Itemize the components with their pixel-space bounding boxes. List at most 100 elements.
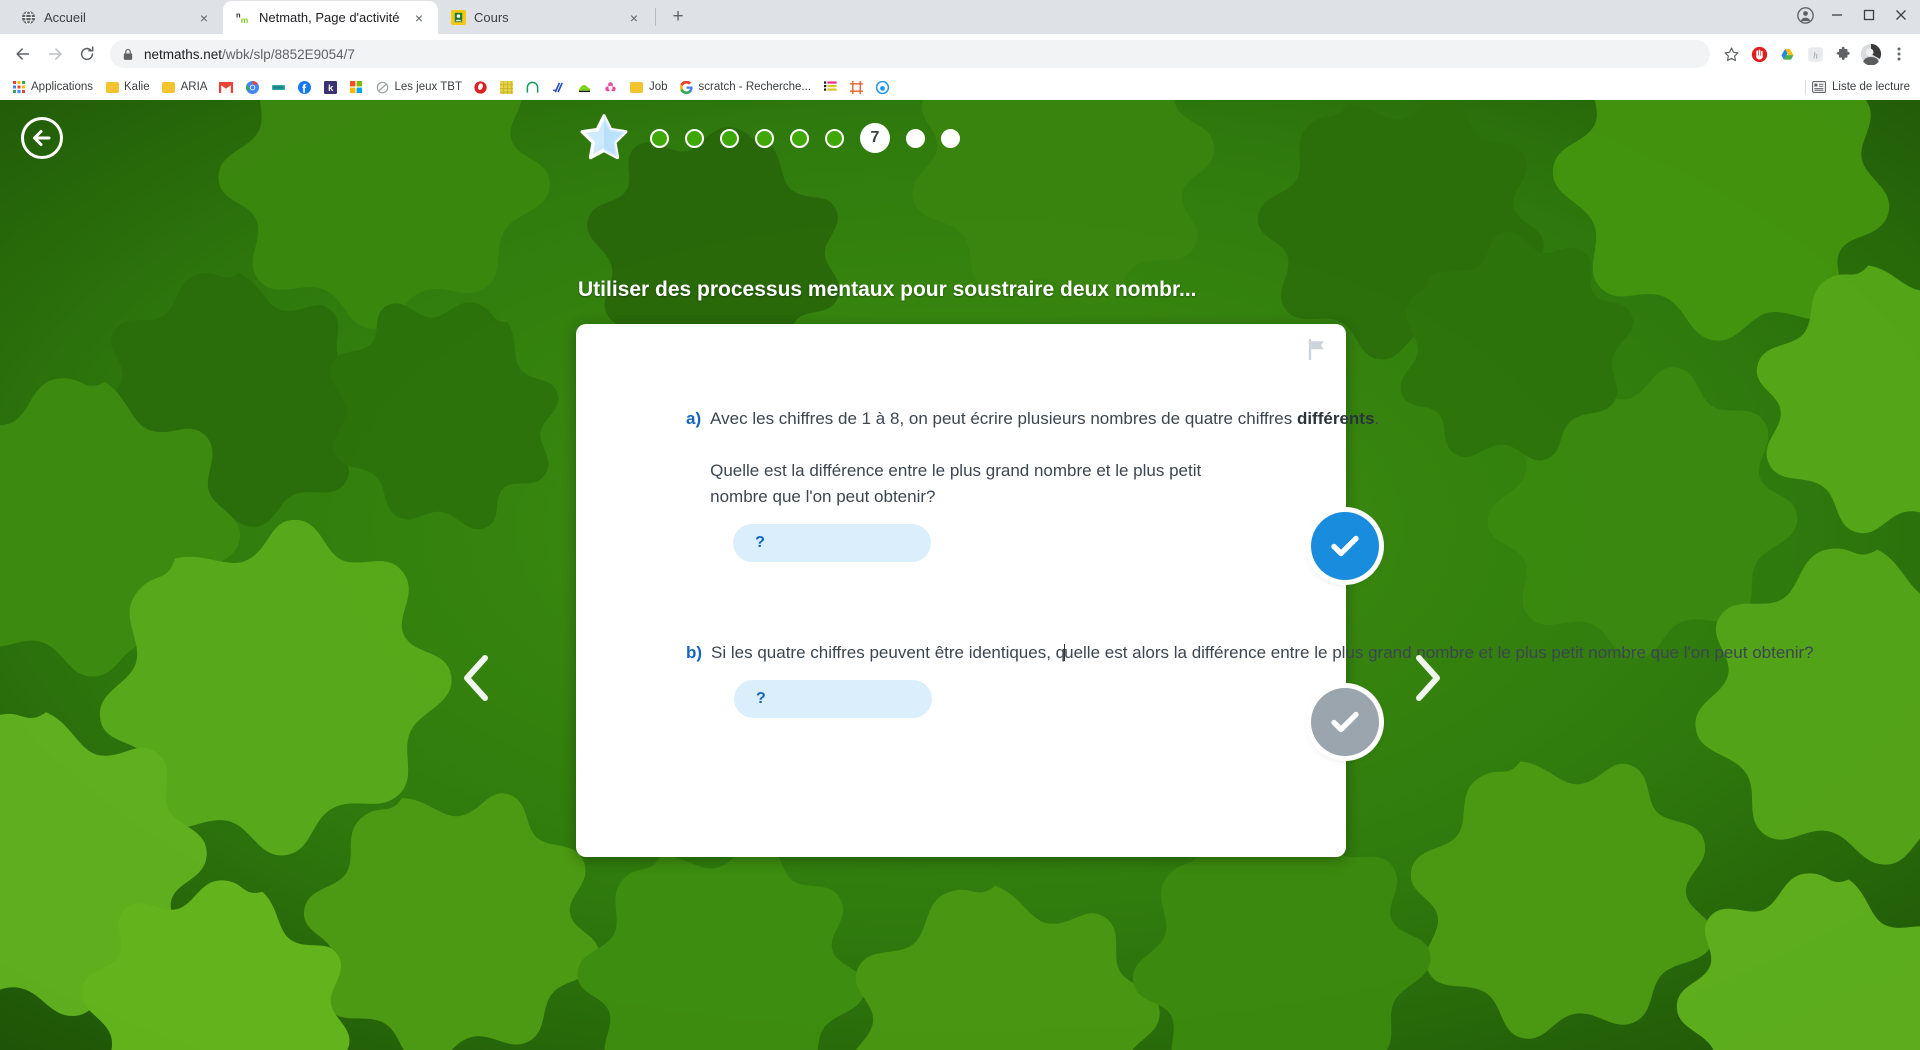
red-circle-icon [474, 80, 488, 94]
bookmark-label: Kalie [124, 81, 150, 93]
globe-icon [20, 10, 36, 26]
grammar-extension-icon[interactable]: h [1802, 41, 1828, 67]
question-b-body: Si les quatre chiffres peuvent être iden… [711, 640, 1814, 718]
progress-dot-1[interactable] [650, 128, 669, 148]
progress-stepper: 7 [578, 114, 960, 162]
bookmark-star-icon[interactable] [1718, 41, 1744, 67]
progress-dot-current[interactable]: 7 [860, 123, 890, 153]
bookmark-gmail[interactable] [213, 78, 239, 96]
folder-icon [630, 80, 644, 94]
bookmark-green-arch[interactable] [520, 78, 546, 96]
apps-grid-icon [12, 80, 26, 94]
check-icon [1331, 535, 1359, 557]
progress-dot-5[interactable] [790, 128, 809, 148]
bookmark-facebook[interactable] [291, 78, 317, 96]
window-maximize-button[interactable] [1854, 0, 1884, 30]
bookmark-kahoot[interactable]: k [317, 78, 343, 96]
question-a-row: a) Avec les chiffres de 1 à 8, on peut é… [686, 406, 1379, 562]
blue-slash-icon [552, 80, 566, 94]
reading-list-icon[interactable] [1812, 80, 1826, 94]
question-a-emphasis: différents [1296, 409, 1375, 428]
question-a-label: a) [686, 409, 702, 428]
bookmark-yellow-texture[interactable] [494, 78, 520, 96]
bookmark-teal[interactable] [265, 78, 291, 96]
google-drive-icon[interactable] [1774, 41, 1800, 67]
bookmark-kalie[interactable]: Kalie [99, 78, 156, 96]
chevron-left-icon [464, 655, 488, 701]
question-a-lead: Avec les chiffres de 1 à 8, on peut écri… [710, 409, 1297, 428]
window-close-button[interactable] [1886, 0, 1916, 30]
back-navigation-icon[interactable] [8, 39, 38, 69]
bookmark-blue-slash[interactable] [546, 78, 572, 96]
bookmark-microsoft[interactable] [343, 78, 369, 96]
bookmark-scratch-recherche[interactable]: scratch - Recherche... [674, 78, 817, 96]
question-a-tail: . [1374, 409, 1380, 428]
url-host: netmaths.net [144, 46, 223, 62]
close-icon[interactable]: × [195, 9, 213, 27]
bookmark-chrome[interactable] [239, 78, 265, 96]
adblock-icon[interactable] [1746, 41, 1772, 67]
tab-strip: Accueil × nm Netmath, Page d'activité × … [0, 0, 1920, 34]
question-a: a) Avec les chiffres de 1 à 8, on peut é… [686, 406, 1379, 562]
back-button[interactable] [20, 116, 64, 160]
validate-button-b[interactable] [1311, 688, 1379, 756]
orange-grid-icon [849, 80, 863, 94]
address-bar[interactable]: netmaths.net/wbk/slp/8852E9054/7 [110, 40, 1710, 68]
profile-avatar-icon[interactable] [1858, 41, 1884, 67]
new-tab-button[interactable]: + [664, 3, 692, 31]
bookmark-aria[interactable]: ARIA [156, 78, 214, 96]
star-icon [578, 113, 630, 163]
browser-tab-accueil[interactable]: Accueil × [8, 1, 223, 34]
svg-text:m: m [240, 15, 248, 25]
page-title: Utiliser des processus mentaux pour sous… [578, 278, 1197, 301]
account-circle-icon[interactable] [1790, 0, 1820, 30]
validate-button-a[interactable] [1311, 512, 1379, 580]
reading-list-label[interactable]: Liste de lecture [1832, 81, 1910, 93]
bookmark-green-shoe[interactable] [572, 78, 598, 96]
bookmarks-divider [1805, 79, 1806, 95]
bookmark-red-circle[interactable] [468, 78, 494, 96]
bookmark-orange-grid[interactable] [843, 78, 869, 96]
bookmark-blue-circle[interactable] [869, 78, 895, 96]
question-a-body: Avec les chiffres de 1 à 8, on peut écri… [710, 406, 1379, 562]
close-icon[interactable]: × [625, 9, 643, 27]
progress-dot-4[interactable] [755, 128, 774, 148]
forward-navigation-icon[interactable] [40, 39, 70, 69]
bookmark-les-jeux-tbt[interactable]: Les jeux TBT [369, 78, 468, 96]
yellow-texture-icon [500, 80, 514, 94]
next-page-button[interactable] [1405, 648, 1449, 708]
progress-dot-3[interactable] [720, 128, 739, 148]
svg-text:h: h [1813, 51, 1818, 61]
arrow-left-circle-icon [21, 117, 63, 159]
question-a-text-second: Quelle est la différence entre le plus g… [710, 461, 1202, 506]
question-b-text: Si les quatre chiffres peuvent être iden… [711, 643, 1814, 662]
window-minimize-button[interactable] [1822, 0, 1852, 30]
bookmark-label: scratch - Recherche... [698, 81, 812, 93]
green-arch-icon [526, 80, 540, 94]
question-b: b) Si les quatre chiffres peuvent être i… [686, 640, 1814, 718]
browser-tab-netmath[interactable]: nm Netmath, Page d'activité × [223, 1, 438, 34]
green-shoe-icon [578, 80, 592, 94]
bookmark-applications[interactable]: Applications [6, 78, 99, 96]
answer-input-b[interactable]: ? [734, 680, 933, 718]
bookmark-job[interactable]: Job [624, 78, 674, 96]
progress-dot-9[interactable] [941, 128, 960, 148]
gmail-icon [219, 80, 234, 94]
browser-tab-cours[interactable]: Cours × [438, 1, 653, 34]
bookmark-pink-yellow-bars[interactable] [817, 78, 843, 96]
flag-icon[interactable] [1306, 338, 1328, 361]
previous-page-button[interactable] [455, 648, 499, 708]
answer-input-a[interactable]: ? [733, 524, 932, 562]
reload-icon[interactable] [72, 39, 102, 69]
chevron-right-icon [1416, 655, 1440, 701]
chrome-menu-icon[interactable] [1886, 41, 1912, 67]
progress-dot-8[interactable] [906, 128, 925, 148]
close-icon[interactable]: × [410, 9, 428, 27]
microsoft-icon [349, 80, 363, 94]
bookmark-label: Job [648, 81, 668, 93]
progress-dot-6[interactable] [825, 128, 844, 148]
extensions-puzzle-icon[interactable] [1830, 41, 1856, 67]
tab-divider [655, 8, 656, 26]
progress-dot-2[interactable] [685, 128, 704, 148]
bookmark-pink-flower[interactable] [598, 78, 624, 96]
